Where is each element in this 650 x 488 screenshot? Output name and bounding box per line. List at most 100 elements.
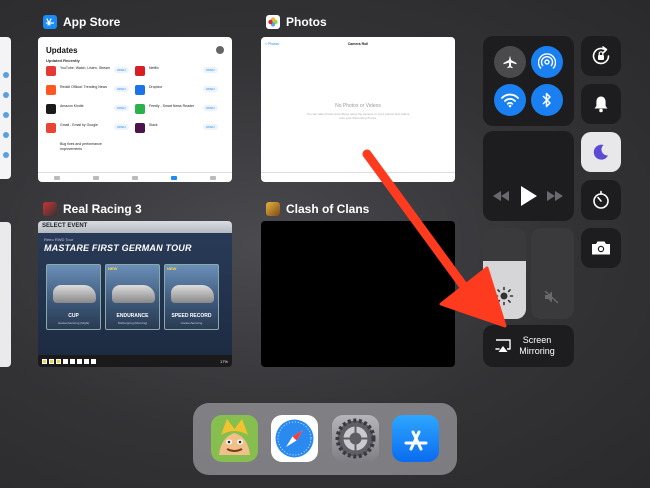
updates-list: YouTube: Watch, Listen, Stream OPEN Netfli… (46, 66, 224, 161)
open-button[interactable]: OPEN (203, 124, 218, 130)
app-icon (135, 66, 145, 76)
open-button[interactable]: OPEN (114, 105, 129, 111)
update-app-name: Gmail - Email by Google (60, 123, 98, 127)
tab-today (54, 175, 61, 180)
sliver-dot (3, 132, 9, 138)
event-name: CUP (68, 313, 79, 319)
progress-square (77, 358, 82, 364)
update-entry: Reddit Official: Trending News OPEN (46, 85, 135, 95)
appstore-card[interactable]: Updates Updated Recently YouTube: Watch,… (38, 37, 232, 182)
list-item: Gmail - Email by Google OPEN Slack OPEN (46, 123, 224, 142)
avatar (216, 46, 224, 54)
fast-forward-icon[interactable] (547, 191, 563, 201)
sliver-dot (3, 72, 9, 78)
updated-recently-label: Updated Recently (46, 58, 80, 63)
screen-mirroring-label: Screen Mirroring (519, 335, 555, 356)
no-photos-subtitle: You can take photos and videos using the… (306, 112, 410, 120)
dock (193, 403, 457, 475)
update-entry: Slack OPEN (135, 123, 224, 133)
open-button[interactable]: OPEN (203, 105, 218, 111)
app-icon (46, 66, 56, 76)
dock-clash-of-clans-icon[interactable] (211, 415, 258, 462)
appstore-card-title: App Store (63, 15, 121, 29)
speaker-muted-icon (544, 290, 559, 304)
list-item: Bug fixes and performance improvements (46, 142, 224, 161)
play-icon[interactable] (521, 186, 537, 206)
car-image (171, 285, 214, 303)
red-arrow-annotation (362, 149, 507, 328)
photos-icon (266, 15, 280, 29)
app-store-icon (43, 15, 57, 29)
progress-square (49, 358, 54, 364)
car-image (53, 285, 96, 303)
update-app-name: Feedly - Smart News Reader (149, 104, 195, 108)
event-tile: NEW SPEED RECORD Hockenheimring (164, 264, 219, 330)
update-entry: YouTube: Watch, Listen, Stream OPEN (46, 66, 135, 76)
timer-icon (593, 190, 609, 209)
event-track: Hockenheimring (180, 321, 203, 325)
no-photos-title: No Photos or Videos (335, 103, 381, 109)
app-icon (46, 85, 56, 95)
bluetooth-toggle[interactable] (531, 84, 563, 116)
event-name: SPEED RECORD (171, 313, 212, 319)
camera-icon (592, 241, 610, 255)
sliver-dot (3, 112, 9, 118)
moon-icon (593, 144, 608, 160)
progress-square (42, 358, 47, 364)
racing-card[interactable]: SELECT EVENT Retro RWD Tour MASTARE FIRS… (38, 221, 232, 367)
update-entry: Gmail - Email by Google OPEN (46, 123, 135, 133)
connectivity-module (483, 36, 574, 126)
update-app-name: Dropbox (149, 85, 163, 89)
airplane-mode-toggle[interactable] (494, 46, 526, 78)
airdrop-toggle[interactable] (531, 46, 563, 78)
open-button[interactable]: OPEN (114, 86, 129, 92)
event-tile: NEW ENDURANCE Nürburgring (Morning) (105, 264, 160, 330)
app-icon (46, 123, 56, 133)
progress-square (70, 358, 75, 364)
do-not-disturb-toggle[interactable] (581, 132, 621, 172)
airplay-icon (495, 339, 511, 352)
open-button[interactable]: OPEN (203, 86, 218, 92)
timer-button[interactable] (581, 180, 621, 220)
app-icon (135, 123, 145, 133)
dock-safari-icon[interactable] (271, 415, 318, 462)
dock-settings-icon[interactable] (332, 415, 379, 462)
sliver-dot (3, 92, 9, 98)
progress-percent: 17% (219, 359, 228, 364)
photos-card-header: Photos (266, 15, 327, 29)
update-app-name: YouTube: Watch, Listen, Stream (60, 66, 110, 70)
open-button[interactable]: OPEN (203, 67, 218, 73)
list-item: YouTube: Watch, Listen, Stream OPEN Netfli… (46, 66, 224, 85)
bell-icon (594, 96, 608, 113)
update-app-name: Netflix (149, 66, 159, 70)
volume-slider[interactable] (531, 228, 574, 319)
camera-button[interactable] (581, 228, 621, 268)
update-app-name: Amazon Kindle (60, 104, 84, 108)
rotation-lock-toggle[interactable] (581, 36, 621, 76)
real-racing-icon (43, 202, 57, 216)
racing-card-title: Real Racing 3 (63, 202, 142, 216)
airdrop-icon (538, 53, 556, 69)
select-event-label: SELECT EVENT (42, 223, 88, 229)
list-item: Reddit Official: Trending News OPEN Dropbo… (46, 85, 224, 104)
tour-banner: Retro RWD Tour (44, 237, 74, 242)
update-entry: Dropbox OPEN (135, 85, 224, 95)
airplane-icon (503, 55, 517, 69)
previous-app-card-lower[interactable] (0, 222, 11, 367)
open-button[interactable]: OPEN (114, 124, 129, 130)
update-app-name: Slack (149, 123, 158, 127)
update-entry: Netflix OPEN (135, 66, 224, 76)
tab-apps (131, 175, 138, 180)
car-image (112, 285, 155, 303)
new-badge: NEW (108, 266, 118, 271)
progress-square (91, 358, 96, 364)
app-icon (46, 104, 56, 114)
previous-app-card[interactable] (0, 37, 11, 179)
bluetooth-icon (542, 92, 551, 108)
photos-card-title: Photos (286, 15, 327, 29)
arrow-shaft (362, 149, 470, 293)
dock-app-store-icon[interactable] (392, 415, 439, 462)
open-button[interactable]: OPEN (114, 67, 129, 73)
mute-toggle[interactable] (581, 84, 621, 124)
wifi-toggle[interactable] (494, 84, 526, 116)
